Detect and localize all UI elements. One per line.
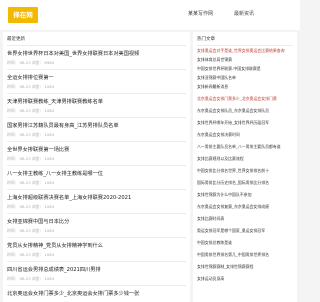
article-title[interactable]: 国家男排江苏籍队员最有身高_江苏男排队员名单 <box>7 122 186 129</box>
article-meta: 时间： 06-23 浏览： 1084 <box>7 108 55 113</box>
article-title[interactable]: 天津男排联赛教练_天津男排联赛教练名单 <box>7 98 186 105</box>
divider <box>7 189 186 190</box>
divider <box>7 213 186 214</box>
article-item[interactable]: 天津男排联赛教练_天津男排联赛教练名单 时间： 06-23 浏览： 1084 <box>7 98 186 114</box>
article-title[interactable]: 上海女排超级联赛决赛名单_上海女排联赛2020-2021 <box>7 194 186 201</box>
hot-article-link[interactable]: 女排比赛规则以及比赛流程 <box>197 156 293 162</box>
article-meta: 时间： 06-23 浏览： 1084 <box>7 228 55 233</box>
hot-article-link[interactable]: 东京奥运会女排复赛_东京奥运会女排成绩 <box>197 204 293 210</box>
divider <box>7 117 186 118</box>
article-title[interactable]: 全运女排排位赛第一 <box>7 74 186 81</box>
top-header: 择在网 某某写作网 最新资讯 <box>0 0 300 30</box>
recent-updates-title: 最近更新 <box>7 37 25 42</box>
article-meta: 时间： 06-23 浏览： 1084 <box>7 132 55 137</box>
nav-link-2[interactable]: 最新资讯 <box>234 10 254 17</box>
divider <box>7 165 186 166</box>
article-item[interactable]: 党员从女排精神_党员从女排精神学到什么 时间： 06-23 浏览： 1084 <box>7 242 186 258</box>
site-logo[interactable]: 择在网 <box>8 7 38 23</box>
article-meta: 时间： 06-23 浏览： 1084 <box>7 156 55 161</box>
article-meta: 时间： 06-23 浏览： 6984 <box>7 60 55 65</box>
divider <box>7 237 186 238</box>
hot-article-link[interactable]: 女排亚锦赛中国队名单 <box>197 75 293 81</box>
hot-article-link[interactable]: 中国女排总教练是谁 <box>197 240 293 246</box>
article-item[interactable]: 全世界女排联赛第一场比赛 时间： 06-23 浏览： 1084 <box>7 146 186 162</box>
hot-article-link[interactable]: 国际男排比分历史排名_国际男排比分排名 <box>197 180 293 186</box>
divider <box>197 45 293 46</box>
hot-article-link[interactable]: 女排体育总局世锦赛 <box>197 57 293 63</box>
article-item[interactable]: 四川省运会男排总成绩表_2021四川男排 时间： 06-23 浏览： 1084 <box>7 266 186 282</box>
divider <box>7 45 186 46</box>
divider <box>7 261 186 262</box>
article-title[interactable]: 世界女排世界杯日本对美国_世界女排联赛日本对美国视频 <box>7 50 186 57</box>
recent-updates-panel: 最近更新 世界女排世界杯日本对美国_世界女排联赛日本对美国视频 时间： 06-2… <box>3 32 190 302</box>
article-meta: 时间： 06-23 浏览： 1084 <box>7 252 55 257</box>
article-item[interactable]: 女排亚锦赛中国与日本比分 时间： 06-23 浏览： 1084 <box>7 218 186 234</box>
article-meta: 时间： 06-23 浏览： 1084 <box>7 84 55 89</box>
article-item[interactable]: 八一女排主教练_八一女排主教练是哪一位 时间： 06-23 浏览： 1084 <box>7 170 186 186</box>
article-meta: 时间： 06-23 浏览： 1084 <box>7 276 55 281</box>
article-title[interactable]: 全世界女排联赛第一场比赛 <box>7 146 186 153</box>
divider <box>7 285 186 286</box>
article-meta: 时间： 06-23 浏览： 1084 <box>7 180 55 185</box>
divider <box>7 141 186 142</box>
article-title[interactable]: 北京奥运会女排门票多少_北京奥运会女排门票多少钱一张 <box>7 290 186 297</box>
hot-article-link[interactable]: 中国男排世界排名第几_中国男排世界排名 <box>197 252 293 258</box>
article-item[interactable]: 北京奥运会女排门票多少_北京奥运会女排门票多少钱一张 <box>7 290 186 297</box>
hot-article-link[interactable]: 女排世界杯哪年开始_女排世界杯历届冠军 <box>197 120 293 126</box>
article-item[interactable]: 世界女排世界杯日本对美国_世界女排联赛日本对美国视频 时间： 06-23 浏览：… <box>7 50 186 66</box>
divider <box>7 69 186 70</box>
article-title[interactable]: 女排亚锦赛中国与日本比分 <box>7 218 186 225</box>
article-item[interactable]: 上海女排超级联赛决赛名单_上海女排联赛2020-2021 时间： 06-23 浏… <box>7 194 186 210</box>
divider <box>7 93 186 94</box>
hot-article-link[interactable]: 女排奥运会对手是谁_世界女排奥运会比赛结果查询 <box>197 48 293 54</box>
hot-article-link[interactable]: 女排新闻最新消息 <box>197 84 293 90</box>
hot-article-link[interactable]: 八一男排主要队员名单_八一男排主要队员都有谁 <box>197 144 293 150</box>
article-item[interactable]: 全运女排排位赛第一 时间： 06-23 浏览： 1084 <box>7 74 186 90</box>
article-title[interactable]: 八一女排主教练_八一女排主教练是哪一位 <box>7 170 186 177</box>
hot-article-link[interactable]: 女排世锦赛赛制_女排世锦赛赛程 <box>197 264 293 270</box>
article-title[interactable]: 四川省运会男排总成绩表_2021四川男排 <box>7 266 186 273</box>
article-title[interactable]: 党员从女排精神_党员从女排精神学到什么 <box>7 242 186 249</box>
article-item[interactable]: 国家男排江苏籍队员最有身高_江苏男排队员名单 时间： 06-23 浏览： 108… <box>7 122 186 138</box>
hot-article-link[interactable]: 女排比赛时间表 <box>197 216 293 222</box>
hot-article-link[interactable]: 东京奥运会女排决赛时间 <box>197 132 293 138</box>
hot-articles-title: 热门文章 <box>197 37 215 42</box>
hot-article-link[interactable]: 女排运动员身高 <box>197 276 293 282</box>
hot-article-link[interactable]: 中国女排世界杯联赛-中国女排联赛是 <box>197 66 293 72</box>
hot-article-link[interactable]: 中国女排比分排名世界_世界女排排名前十 <box>197 168 293 174</box>
hot-article-link[interactable]: 东京奥运会女排队员_东京奥运会女排队员 <box>197 108 293 114</box>
article-meta: 时间： 06-23 浏览： 1084 <box>7 204 55 209</box>
hot-article-link[interactable]: 北京奥运会女排门票多少_北京奥运会女排门票 <box>197 96 293 102</box>
hot-articles-panel: 热门文章 女排奥运会对手是谁_世界女排奥运会比赛结果查询 女排体育总局世锦赛 中… <box>193 32 297 302</box>
hot-article-link[interactable]: 女排世锦赛为什么中国队不参加 <box>197 192 293 198</box>
hot-article-link[interactable]: 奥运女排冠军是哪个国家_奥运女排冠军 <box>197 228 293 234</box>
nav-link-1[interactable]: 某某写作网 <box>188 10 213 17</box>
